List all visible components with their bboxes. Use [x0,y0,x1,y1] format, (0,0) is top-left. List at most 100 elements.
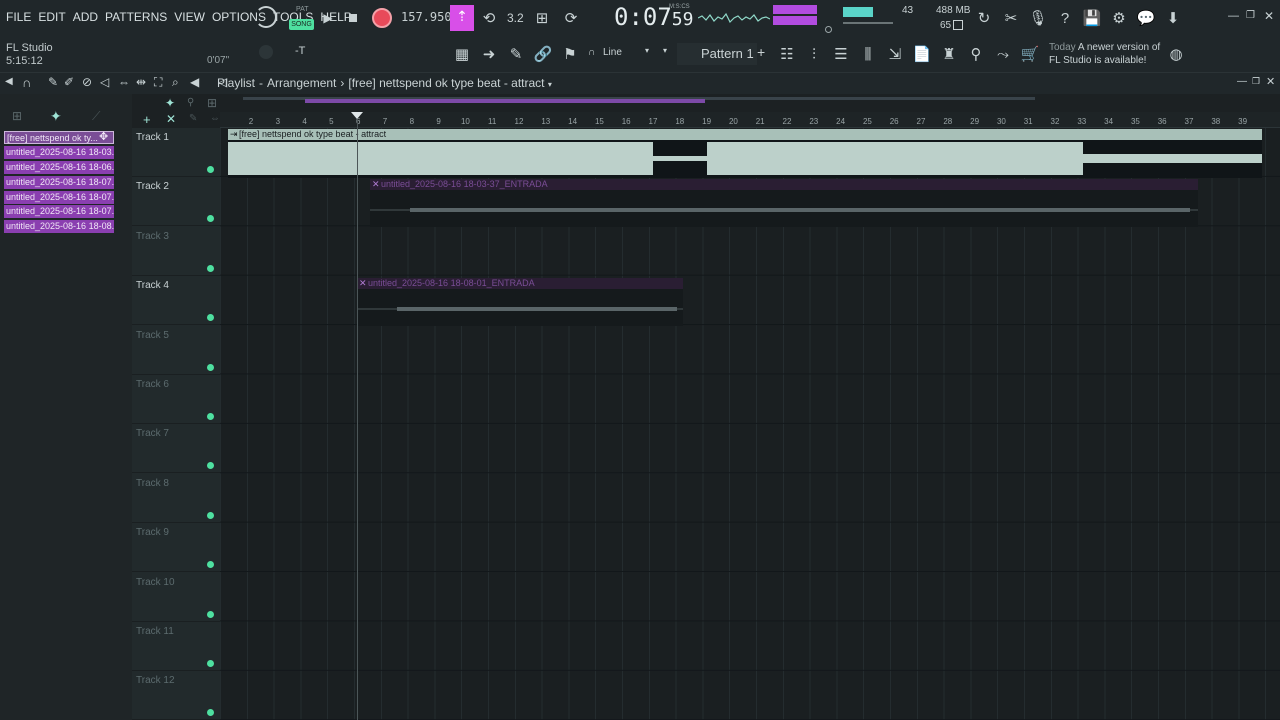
playback-tool-icon[interactable]: ◀ [190,75,199,89]
menu-edit[interactable]: EDIT [38,10,65,24]
record-button[interactable] [372,8,392,28]
news-line-1[interactable]: Today A newer version of [1049,42,1160,53]
wait-input-icon[interactable]: ⟳ [560,7,582,29]
picker-clip-item[interactable]: untitled_2025-08-16 18-03... [4,146,114,159]
track-enable-led[interactable] [207,561,214,569]
picker-clip-item[interactable]: untitled_2025-08-16 18-06... [4,161,114,174]
slip-tool-icon[interactable]: ⇔ [118,75,130,89]
loop-record-icon[interactable]: ⟲ [478,7,500,29]
track-header[interactable]: Track 11 [132,622,220,671]
timeline-ruler[interactable]: 2 3 4 5 6 7 8 9 10 11 12 13 14 15 16 17 18 19 20 21 22 23 24 25… [220,112,1280,128]
track-header[interactable]: Track 3 [132,227,220,276]
track-header[interactable]: Track 7 [132,424,220,474]
picker-audio-icon[interactable]: ✦ [50,108,62,125]
master-volume-knob[interactable] [255,6,277,28]
chevron-down-icon[interactable]: ▾ [663,46,667,55]
edit-track-icon[interactable]: ✎ [189,113,197,124]
pencil-icon[interactable]: ✎ [505,43,527,65]
draw-tool-icon[interactable]: ✎ [48,75,58,89]
cable-icon[interactable]: ⤳ [992,43,1014,65]
track-header[interactable]: Track 6 [132,375,220,424]
arrow-right-icon[interactable]: ➜ [478,43,500,65]
microphone-icon[interactable]: 🎙 [1027,7,1049,29]
menu-add[interactable]: ADD [73,10,98,24]
save-icon[interactable]: 💾 [1081,7,1103,29]
track-enable-led[interactable] [207,610,214,618]
piano-roll-icon[interactable]: ▦ [451,43,473,65]
step-edit-snap[interactable]: 3.2 [507,11,524,25]
metronome-button[interactable]: ⇡ [450,5,474,31]
scrollbar-thumb[interactable] [305,99,705,103]
track-header[interactable]: Track 4 [132,276,220,326]
track-enable-led[interactable] [207,314,214,322]
playhead[interactable] [357,118,358,720]
playlist-close-icon[interactable]: ✕ [1266,75,1275,88]
zoom-tool-icon[interactable]: ⌕ [172,75,179,90]
cart-icon[interactable]: 🛒 [1019,43,1041,65]
track-enable-led[interactable] [207,413,214,420]
move-icon[interactable]: ✥ [99,130,108,143]
clip-menu-icon[interactable]: ✕ [359,278,367,289]
delete-tool-icon[interactable]: ⊘ [82,75,92,89]
add-pattern-button[interactable]: + [757,44,765,60]
stamp-icon[interactable]: ⚑ [559,43,581,65]
text-cursor-icon[interactable]: -T [295,45,305,57]
audio-clip[interactable]: untitled_2025-08-16 18-08-01_ENTRADA ✕ [357,278,683,326]
plugin-icon[interactable]: ♜ [938,43,960,65]
playlist-icon[interactable]: ☷ [776,43,798,65]
download-icon[interactable]: ⬇ [1162,7,1184,29]
mixer-view-icon[interactable]: ⫼ [857,43,879,65]
picker-clip-item[interactable]: untitled_2025-08-16 18-07... [4,176,114,189]
track-enable-led[interactable] [207,511,214,519]
audio-clip[interactable]: untitled_2025-08-16 18-03-37_ENTRADA ✕ [370,179,1198,227]
stop-icon[interactable] [349,14,357,22]
grid-icon[interactable]: ⊞ [207,96,217,110]
track-header[interactable]: Track 10 [132,573,220,622]
waveform-zoom-icon[interactable]: ✦ [165,96,175,110]
pattern-selector[interactable]: Pattern 1 [677,43,757,65]
blend-notes-icon[interactable]: ⊞ [531,7,553,29]
magnet-icon[interactable]: ∩ [588,47,595,58]
remove-track-icon[interactable]: ✕ [166,112,176,126]
track-enable-led[interactable] [207,462,214,470]
globe-icon[interactable]: ◍ [1165,43,1187,65]
menu-patterns[interactable]: PATTERNS [105,10,167,24]
playlist-restore-icon[interactable]: ❐ [1252,76,1260,87]
pan-knob[interactable] [259,45,273,59]
playlist-title[interactable]: Playlist - Arrangement › [free] nettspend ok… [217,76,552,90]
picker-automation-icon[interactable]: ⟋ [92,109,100,124]
track-header[interactable]: Track 5 [132,326,220,375]
chat-icon[interactable]: 💬 [1135,7,1157,29]
track-header[interactable]: Track 8 [132,474,220,523]
pat-song-toggle[interactable]: PAT SONG [289,6,315,32]
track-header[interactable]: Track 2 [132,177,220,227]
paint-tool-icon[interactable]: ✐ [64,75,74,89]
menu-view[interactable]: VIEW [174,10,205,24]
close-icon[interactable]: ✕ [1264,9,1274,23]
browser-icon[interactable]: ⇲ [884,43,906,65]
picker-clip-item[interactable]: untitled_2025-08-16 18-08... [4,220,114,233]
plug-icon[interactable]: ⚲ [965,43,987,65]
chevron-down-icon[interactable]: ▾ [645,46,649,55]
track-enable-led[interactable] [207,363,214,371]
tempo-display[interactable]: 157.950 [401,10,452,24]
clip-menu-icon[interactable]: ⇥ [230,129,238,140]
track-header[interactable]: Track 12 [132,671,220,720]
mute-tool-icon[interactable]: ◁ [100,75,109,89]
picker-clip-item[interactable]: [free] nettspend ok ty... [4,131,114,144]
piano-roll-view-icon[interactable]: ⫶ [803,43,825,65]
picker-clip-item[interactable]: untitled_2025-08-16 18-07... [4,205,114,218]
link-tracks-icon[interactable]: ⚲ [187,97,194,108]
track-enable-led[interactable] [207,215,214,223]
help-icon[interactable]: ? [1054,7,1076,29]
track-enable-led[interactable] [207,709,214,717]
collapse-icon[interactable]: ⇔ [210,113,220,124]
project-icon[interactable]: 📄 [911,43,933,65]
track-header[interactable]: Track 1 [132,128,220,177]
track-enable-led[interactable] [207,166,214,173]
magnet-snap-icon[interactable]: ∩ [22,75,31,90]
channel-rack-icon[interactable]: ☰ [830,43,852,65]
audio-clip[interactable]: [free] nettspend ok type beat - attract … [228,129,1262,178]
picker-clip-item[interactable]: untitled_2025-08-16 18-07... [4,191,114,204]
mixer-icon[interactable]: ⚙ [1108,7,1130,29]
